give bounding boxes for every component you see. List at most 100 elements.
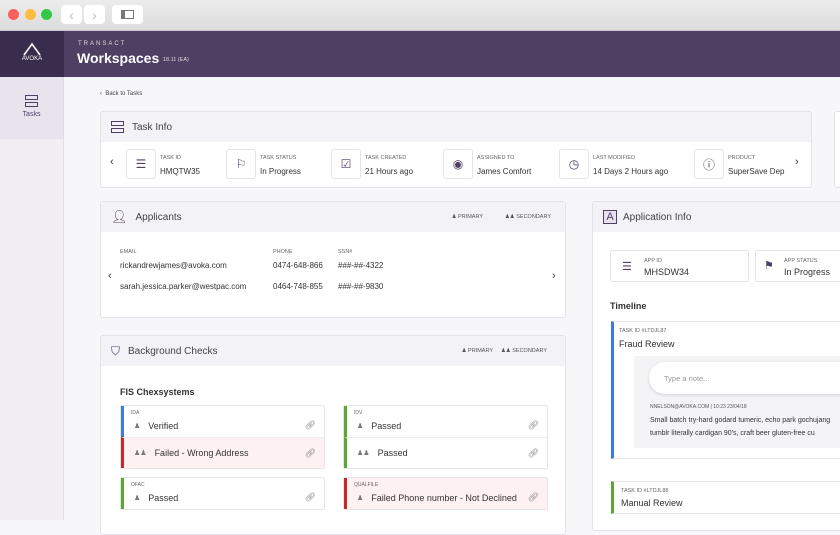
window-titlebar: ‹ › [0,0,840,31]
application-icon: A [603,210,617,224]
shield-check-icon: ⛉ [111,343,121,358]
column-header: SSN# [338,249,353,255]
user-circle-icon: ◉ [443,149,473,179]
task-field: ☑ TASK CREATED 21 Hours ago [331,149,451,181]
card-title: Applicants [135,211,182,223]
field-label: TASK CREATED [365,155,407,161]
link-icon[interactable]: 🔗︎ [528,448,539,459]
application-info-card: A Application Info ☰ APP ID MHSDW34 ⚑ APP… [592,201,840,531]
field-value: 14 Days 2 Hours ago [593,167,669,176]
check-group: QUALFILE ♟ Failed Phone number - Not Dec… [343,477,548,510]
task-field: ◷ LAST MODIFIED 14 Days 2 Hours ago [559,149,679,181]
field-label: TASK STATUS [260,155,297,161]
field-label: APP ID [644,258,662,264]
link-icon[interactable]: 🔗︎ [528,420,539,431]
applicant-cell: rickandrewjames@avoka.com [120,261,227,270]
secondary-user-icon: ♟♟ [134,450,147,457]
field-value: 21 Hours ago [365,167,414,176]
legend-secondary: ♟♟ SECONDARY [504,214,551,220]
task-field: ◉ ASSIGNED TO James Comfort [443,149,563,181]
flag-icon: ⚐ [226,149,256,179]
notes-panel: Type a note... NNELSON@AVOKA.COM | 10:23… [634,356,840,448]
task-field: ⚐ TASK STATUS In Progress [226,149,346,181]
field-value: MHSDW34 [644,267,690,277]
timeline-title: Timeline [610,301,647,311]
check-result: Failed Phone number - Not Declined [371,492,517,503]
application-info-header: A Application Info [593,202,840,232]
product-name: TRANSACT [78,41,127,47]
sidebar-item-tasks[interactable]: Tasks [0,77,63,139]
field-label: APP STATUS [784,258,818,264]
check-group: IDA ♟ Verified 🔗︎ ♟♟ Failed - Wrong Addr… [120,405,325,469]
id-icon: ☰ [622,261,632,273]
back-link-label: Back to Tasks [105,91,143,97]
timeline-item[interactable]: TASK ID #LTDJL87 Fraud Review Type a not… [611,321,840,459]
id-icon: ☰ [126,149,156,179]
logo-text: AVOKA [21,56,43,62]
version-label: 18.11 (EA) [163,57,189,63]
check-label: IDA [131,410,140,416]
avoka-logo[interactable]: AVOKA [0,31,64,77]
logo-mark-icon [23,42,41,56]
close-window-button[interactable] [8,9,19,20]
timeline-task-id: TASK ID #LTDJL87 [619,328,667,334]
check-result: Failed - Wrong Address [154,448,249,458]
applicants-prev-button[interactable]: ‹ [108,270,112,282]
sidebar: Tasks [0,77,64,520]
check-label: IDV [354,410,363,416]
field-label: ASSIGNED TO [477,155,515,161]
applicants-header: 👤︎ Applicants ♟ PRIMARY ♟♟ SECONDARY [101,202,565,232]
check-row: ♟♟ Passed 🔗︎ [344,437,547,468]
link-icon[interactable]: 🔗︎ [528,492,539,503]
check-label: QUALFILE [354,482,379,488]
back-to-tasks-link[interactable]: ‹ Back to Tasks [100,91,142,97]
note-text: Small batch try-hard godard tumeric, ech… [650,417,831,437]
card-title: Task Info [132,121,173,133]
applicant-cell: sarah.jessica.parker@westpac.com [120,282,247,291]
applicant-cell: ###-##-9830 [338,282,384,291]
timeline-task-id: TASK ID #LTDJL88 [621,488,669,494]
back-button[interactable]: ‹ [61,5,82,24]
column-header: EMAIL [120,249,137,255]
applicant-cell: 0474-648-866 [273,261,323,270]
app-id-field: ☰ APP ID MHSDW34 [610,250,749,282]
link-icon[interactable]: 🔗︎ [305,448,316,459]
tasks-icon [25,95,38,107]
task-info-prev-button[interactable]: ‹ [110,156,114,168]
check-result: Passed [148,492,179,503]
field-value: SuperSave Dep [728,167,785,176]
flag-icon: ⚑ [764,260,774,272]
check-row: ♟ Passed 🔗︎ [121,478,324,509]
forward-button[interactable]: › [84,5,105,24]
check-row: ♟ Verified 🔗︎ [121,406,324,437]
note-meta: NNELSON@AVOKA.COM | 10:23 23/04/18 [650,404,747,410]
app-status-field: ⚑ APP STATUS In Progress [755,250,840,282]
maximize-window-button[interactable] [41,9,52,20]
note-input[interactable]: Type a note... [649,362,840,394]
legend-primary: ♟ PRIMARY [451,214,483,220]
clock-icon: ◷ [559,149,589,179]
sidebar-item-label: Tasks [22,111,41,118]
side-card [834,111,840,188]
task-field: ⓘ PRODUCT SuperSave Dep [694,149,814,181]
link-icon[interactable]: 🔗︎ [305,420,316,431]
timeline-title: Fraud Review [619,339,675,349]
check-group: OFAC ♟ Passed 🔗︎ [120,477,325,510]
field-value: In Progress [784,267,831,277]
check-result: Passed [371,420,402,431]
legend-secondary: ♟♟ SECONDARY [500,348,547,354]
check-result: Passed [377,448,408,458]
field-value: In Progress [260,167,301,176]
field-value: HMQTW35 [160,167,200,176]
minimize-window-button[interactable] [25,9,36,20]
link-icon[interactable]: 🔗︎ [305,492,316,503]
check-result: Verified [148,420,179,431]
app-header: TRANSACT Workspaces 18.11 (EA) [0,31,840,77]
timeline-item[interactable]: TASK ID #LTDJL88 Manual Review [611,481,840,514]
section-title: FIS Chexsystems [120,387,195,397]
sidebar-toggle-button[interactable] [112,5,143,24]
card-title: Background Checks [128,345,218,357]
applicants-next-button[interactable]: › [552,270,556,282]
check-label: OFAC [131,482,145,488]
legend-primary: ♟ PRIMARY [461,348,493,354]
